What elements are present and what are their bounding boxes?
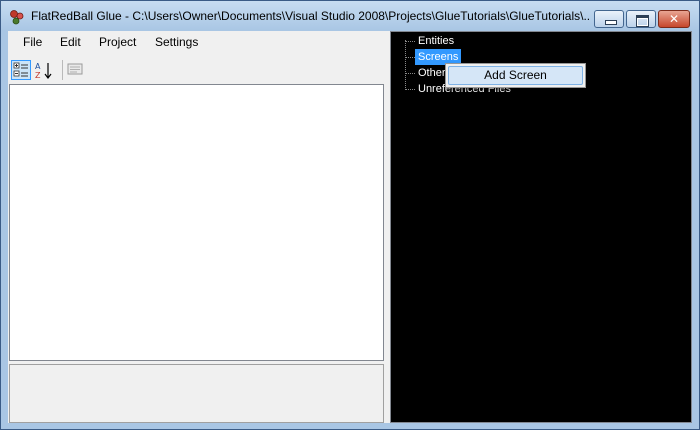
close-icon: [659, 11, 689, 27]
svg-text:A: A: [35, 62, 41, 71]
tree-connector: [405, 89, 415, 90]
project-tree[interactable]: Entities Screens Other C Unreferenced Fi…: [390, 31, 692, 423]
add-screen-menu-item[interactable]: Add Screen: [448, 66, 583, 85]
alphabetical-sort-button[interactable]: A Z: [33, 60, 53, 80]
title-bar[interactable]: FlatRedBall Glue - C:\Users\Owner\Docume…: [1, 1, 699, 31]
tree-connector-line: [405, 40, 406, 90]
client-area: File Edit Project Settings A Z Entities …: [8, 31, 692, 423]
menu-bar: File Edit Project Settings: [8, 31, 386, 55]
toolbar-separator: [62, 60, 63, 80]
alphabetical-sort-icon: A Z: [35, 62, 52, 80]
categorized-view-icon: [13, 62, 28, 77]
property-pages-icon: [67, 63, 83, 75]
context-menu: Add Screen: [445, 63, 586, 88]
maximize-button[interactable]: [626, 10, 656, 28]
tree-node-label: Entities: [418, 35, 455, 47]
property-description-panel: [9, 364, 384, 423]
menu-project[interactable]: Project: [99, 35, 136, 49]
menu-settings[interactable]: Settings: [155, 35, 198, 49]
properties-pane: File Edit Project Settings A Z: [8, 31, 386, 423]
svg-text:Z: Z: [35, 71, 41, 80]
property-toolbar: A Z: [8, 57, 386, 83]
tree-connector: [405, 57, 415, 58]
property-grid[interactable]: [9, 84, 384, 361]
property-pages-button[interactable]: [66, 60, 86, 80]
app-window: FlatRedBall Glue - C:\Users\Owner\Docume…: [0, 0, 700, 430]
menu-file[interactable]: File: [23, 35, 42, 49]
tree-connector: [405, 73, 415, 74]
close-button[interactable]: [658, 10, 690, 28]
flatredball-app-icon: [10, 10, 24, 25]
minimize-button[interactable]: [594, 10, 624, 28]
minimize-icon: [595, 11, 623, 27]
menu-edit[interactable]: Edit: [60, 35, 81, 49]
maximize-icon: [627, 11, 655, 27]
categorized-view-button[interactable]: [11, 60, 31, 80]
tree-connector: [405, 41, 415, 42]
window-title: FlatRedBall Glue - C:\Users\Owner\Docume…: [31, 9, 591, 23]
